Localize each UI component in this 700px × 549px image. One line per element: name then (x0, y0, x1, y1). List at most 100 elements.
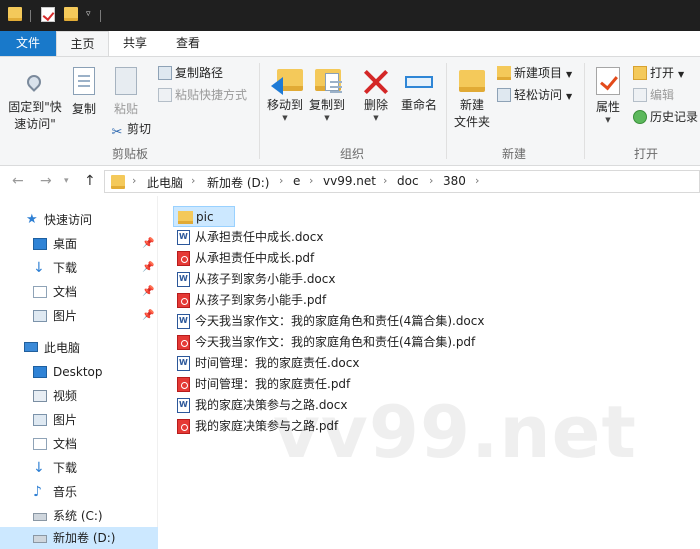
sidebar-item-label: 文档 (53, 437, 78, 451)
copy-to-label: 复制到 (308, 98, 345, 112)
sidebar-item-drive-c[interactable]: 系统 (C:) (0, 505, 158, 527)
sidebar-item-label: 系统 (C:) (53, 509, 103, 523)
breadcrumb-this-pc[interactable]: 此电脑 (147, 174, 183, 191)
pin-to-quick-access-button[interactable]: 固定到"快 速访问" (4, 69, 66, 133)
desktop-icon (33, 238, 47, 250)
sidebar-item-label: 图片 (53, 413, 78, 427)
sidebar-item-drive-d[interactable]: 新加卷 (D:) (0, 527, 158, 549)
breadcrumb-vv99[interactable]: vv99.net (323, 174, 376, 188)
sidebar-item-label: 下载 (53, 261, 78, 275)
sidebar-item-documents[interactable]: 文档 📌 (0, 281, 158, 303)
title-bar: ▿ (0, 0, 700, 31)
properties-quick-icon[interactable] (41, 7, 55, 22)
folder-icon (178, 211, 193, 224)
clipboard-icon (115, 67, 137, 95)
sidebar-item-videos[interactable]: 视频 (0, 385, 158, 407)
sidebar-item-pictures-pc[interactable]: 图片 (0, 409, 158, 431)
sidebar-item-label: 音乐 (53, 485, 78, 499)
open-chevron-down-icon: ▼ (678, 70, 685, 79)
desktop-icon (33, 366, 47, 378)
paste-shortcut-button[interactable]: 粘贴快捷方式 (158, 85, 247, 105)
copy-to-button[interactable]: 复制到 ▼ (306, 67, 348, 122)
pin-icon[interactable]: 📌 (142, 233, 154, 255)
tab-view[interactable]: 查看 (163, 31, 213, 56)
word-document-icon (177, 356, 190, 371)
breadcrumb-separator-icon[interactable]: › (279, 174, 283, 187)
breadcrumb-drive-d[interactable]: 新加卷 (D:) (207, 174, 269, 191)
sidebar-item-downloads[interactable]: ↓ 下载 📌 (0, 257, 158, 279)
pin-icon[interactable]: 📌 (142, 257, 154, 279)
breadcrumb-separator-icon[interactable]: › (475, 174, 479, 187)
pin-label-line1: 固定到"快 (8, 100, 62, 114)
breadcrumb-doc[interactable]: doc (397, 174, 419, 188)
move-to-button[interactable]: 移动到 ▼ (264, 67, 306, 122)
pdf-icon (177, 251, 190, 266)
back-arrow-icon[interactable]: ← (12, 173, 24, 189)
rename-icon (405, 67, 433, 97)
tab-home[interactable]: 主页 (56, 31, 109, 57)
history-button[interactable]: 历史记录 (633, 107, 698, 127)
delete-button[interactable]: 删除 ▼ (358, 67, 394, 122)
delete-x-icon (363, 69, 389, 95)
sidebar-item-desktop[interactable]: 桌面 📌 (0, 233, 158, 255)
edit-icon (633, 88, 647, 102)
sidebar-item-this-pc[interactable]: 此电脑 (0, 337, 158, 359)
properties-button[interactable]: 属性 ▼ (588, 67, 628, 124)
word-document-icon (177, 314, 190, 329)
sidebar-item-pictures[interactable]: 图片 📌 (0, 305, 158, 327)
move-to-chevron-down-icon: ▼ (282, 114, 288, 122)
paste-button[interactable]: 粘贴 (106, 67, 146, 118)
new-folder-quick-icon[interactable] (64, 7, 78, 21)
cut-button[interactable]: ✂ 剪切 (110, 119, 151, 140)
new-item-button[interactable]: 新建项目 ▼ (497, 63, 572, 83)
rename-button[interactable]: 重命名 (396, 67, 442, 114)
sidebar-item-desktop-pc[interactable]: Desktop (0, 361, 158, 383)
new-folder-label-line1: 新建 (459, 98, 484, 112)
tab-share[interactable]: 共享 (111, 31, 159, 56)
clipboard-group-label: 剪贴板 (111, 147, 148, 161)
pin-icon[interactable]: 📌 (142, 281, 154, 303)
up-arrow-icon[interactable]: ↑ (84, 173, 96, 189)
breadcrumb-e[interactable]: e (293, 174, 300, 188)
scissors-icon: ✂ (111, 125, 123, 140)
breadcrumb-separator-icon[interactable]: › (132, 174, 136, 187)
sidebar-item-documents-pc[interactable]: 文档 (0, 433, 158, 455)
pdf-icon (177, 377, 190, 392)
forward-arrow-icon[interactable]: → (40, 173, 52, 189)
documents-icon (33, 286, 47, 298)
sidebar-item-downloads-pc[interactable]: ↓ 下载 (0, 457, 158, 479)
drive-icon (33, 535, 47, 543)
copy-to-chevron-down-icon: ▼ (324, 114, 330, 122)
breadcrumb-separator-icon[interactable]: › (429, 174, 433, 187)
copy-path-button[interactable]: 复制路径 (158, 63, 223, 83)
copy-button[interactable]: 复制 (66, 67, 102, 118)
pin-icon (24, 72, 44, 92)
sidebar-item-label: 文档 (53, 285, 78, 299)
pictures-icon (33, 310, 47, 322)
breadcrumb-separator-icon[interactable]: › (191, 174, 195, 187)
folder-icon[interactable] (8, 7, 22, 21)
history-label: 历史记录 (650, 110, 699, 124)
list-item-folder[interactable]: pic (173, 206, 235, 227)
address-input[interactable]: › 此电脑 › 新加卷 (D:) › e › vv99.net › doc › … (104, 170, 700, 193)
edit-button[interactable]: 编辑 (633, 85, 674, 105)
breadcrumb-separator-icon[interactable]: › (383, 174, 387, 187)
sidebar-item-label: Desktop (53, 365, 103, 379)
copy-path-label: 复制路径 (175, 66, 224, 80)
breadcrumb-380[interactable]: 380 (443, 174, 466, 188)
organize-group-label: 组织 (339, 147, 364, 161)
word-document-icon (177, 398, 190, 413)
tab-file[interactable]: 文件 (0, 31, 56, 56)
easy-access-button[interactable]: 轻松访问 ▼ (497, 85, 572, 105)
breadcrumb-separator-icon[interactable]: › (309, 174, 313, 187)
paste-shortcut-label: 粘贴快捷方式 (175, 88, 248, 102)
pin-icon[interactable]: 📌 (142, 305, 154, 327)
video-icon (33, 390, 47, 402)
customize-toolbar-chevron-icon[interactable]: ▿ (86, 9, 91, 19)
new-folder-button[interactable]: 新建 文件夹 (450, 67, 494, 131)
drive-icon (33, 513, 47, 521)
sidebar-item-music[interactable]: ♪ 音乐 (0, 481, 158, 503)
open-button[interactable]: 打开 ▼ (633, 63, 684, 83)
recent-locations-chevron-down-icon[interactable]: ▾ (64, 176, 69, 186)
sidebar-item-quick-access[interactable]: ★ 快速访问 (0, 209, 158, 231)
